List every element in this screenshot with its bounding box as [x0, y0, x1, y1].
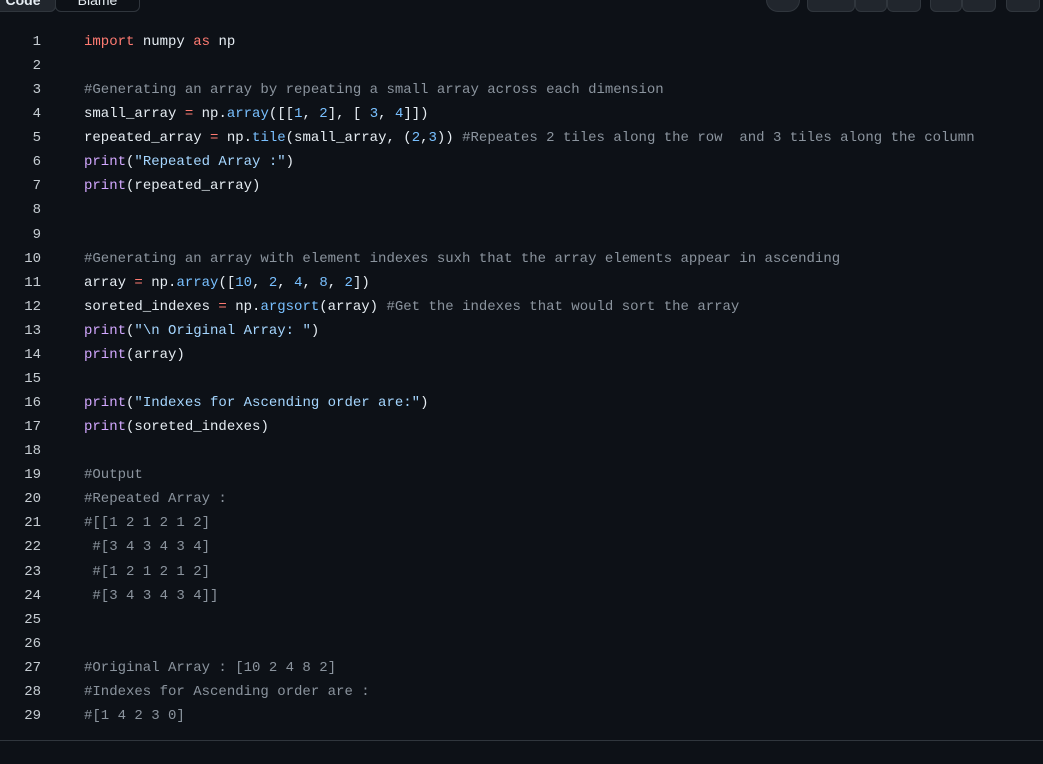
line-number[interactable]: 4 — [0, 102, 41, 126]
code-line: 24 #[3 4 3 4 3 4]] — [0, 584, 1043, 608]
code-viewer-footer — [0, 740, 1043, 764]
line-number[interactable]: 8 — [0, 198, 41, 222]
line-number[interactable]: 25 — [0, 608, 41, 632]
code-text: small_array = np.array([[1, 2], [ 3, 4]]… — [84, 106, 429, 123]
line-number[interactable]: 29 — [0, 704, 41, 728]
line-number[interactable]: 10 — [0, 247, 41, 271]
line-number[interactable]: 24 — [0, 584, 41, 608]
line-number[interactable]: 1 — [0, 30, 41, 54]
code-line: 18 — [0, 439, 1043, 463]
line-number[interactable]: 15 — [0, 367, 41, 391]
code-text: #Output — [84, 467, 143, 484]
line-number[interactable]: 7 — [0, 174, 41, 198]
line-number[interactable]: 20 — [0, 487, 41, 511]
code-text: #[[1 2 1 2 1 2] — [84, 515, 211, 532]
line-number[interactable]: 9 — [0, 223, 41, 247]
code-text: import numpy as np — [84, 34, 236, 50]
tab-code[interactable]: Code — [0, 0, 56, 12]
line-number[interactable]: 27 — [0, 656, 41, 680]
line-number[interactable]: 19 — [0, 463, 41, 487]
code-line: 3 #Generating an array by repeating a sma… — [0, 78, 1043, 102]
code-line: 10 #Generating an array with element inde… — [0, 247, 1043, 271]
code-line: 6 print("Repeated Array :") — [0, 150, 1043, 174]
code-text: #Generating an array by repeating a smal… — [84, 82, 664, 99]
code-line: 27 #Original Array : [10 2 4 8 2] — [0, 656, 1043, 680]
line-number[interactable]: 14 — [0, 343, 41, 367]
line-number[interactable]: 17 — [0, 415, 41, 439]
line-number[interactable]: 5 — [0, 126, 41, 150]
code-text: print(array) — [84, 346, 185, 363]
symbols-panel-icon[interactable] — [1006, 0, 1040, 12]
code-line: 21 #[[1 2 1 2 1 2] — [0, 511, 1043, 535]
code-text: #[3 4 3 4 3 4] — [92, 539, 211, 556]
line-number[interactable]: 11 — [0, 271, 41, 295]
copilot-icon[interactable] — [766, 0, 800, 12]
tab-blame[interactable]: Blame — [55, 0, 140, 12]
code-line: 25 — [0, 608, 1043, 632]
code-text: array = np.array([10, 2, 4, 8, 2]) — [84, 274, 370, 291]
code-text: soreted_indexes = np.argsort(array) #Get… — [84, 298, 740, 315]
download-icon[interactable] — [887, 0, 921, 12]
code-line: 14 print(array) — [0, 343, 1043, 367]
code-line: 23 #[1 2 1 2 1 2] — [0, 560, 1043, 584]
code-line: 9 — [0, 223, 1043, 247]
code-text: #Indexes for Ascending order are : — [84, 683, 370, 700]
code-viewer: 1 import numpy as np 2 3 #Generating an arra… — [0, 22, 1043, 740]
line-number[interactable]: 18 — [0, 439, 41, 463]
code-line: 29 #[1 4 2 3 0] — [0, 704, 1043, 728]
code-text: print(repeated_array) — [84, 178, 261, 195]
more-options-icon[interactable] — [962, 0, 996, 12]
code-text: #[1 2 1 2 1 2] — [92, 563, 211, 580]
code-text: print("\n Original Array: ") — [84, 322, 320, 339]
line-number[interactable]: 13 — [0, 319, 41, 343]
code-line: 15 — [0, 367, 1043, 391]
code-text: print("Indexes for Ascending order are:"… — [84, 395, 429, 412]
code-line: 22 #[3 4 3 4 3 4] — [0, 535, 1043, 559]
line-number[interactable]: 28 — [0, 680, 41, 704]
code-line: 20 #Repeated Array : — [0, 487, 1043, 511]
line-number[interactable]: 6 — [0, 150, 41, 174]
code-text: #Original Array : [10 2 4 8 2] — [84, 659, 337, 676]
code-line: 13 print("\n Original Array: ") — [0, 319, 1043, 343]
code-text: #[1 4 2 3 0] — [84, 707, 185, 724]
line-number[interactable]: 23 — [0, 560, 41, 584]
code-text: repeated_array = np.tile(small_array, (2… — [84, 130, 975, 147]
code-text: #Repeated Array : — [84, 491, 227, 508]
code-line: 4 small_array = np.array([[1, 2], [ 3, 4]… — [0, 102, 1043, 126]
code-line: 26 — [0, 632, 1043, 656]
code-line: 12 soreted_indexes = np.argsort(array) #G… — [0, 295, 1043, 319]
copy-icon[interactable] — [855, 0, 887, 12]
code-line: 16 print("Indexes for Ascending order are… — [0, 391, 1043, 415]
code-line: 2 — [0, 54, 1043, 78]
code-line: 1 import numpy as np — [0, 30, 1043, 54]
code-line: 11 array = np.array([10, 2, 4, 8, 2]) — [0, 271, 1043, 295]
code-line: 5 repeated_array = np.tile(small_array, (… — [0, 126, 1043, 150]
code-line: 17 print(soreted_indexes) — [0, 415, 1043, 439]
edit-icon[interactable] — [930, 0, 962, 12]
line-number[interactable]: 16 — [0, 391, 41, 415]
line-number[interactable]: 2 — [0, 54, 41, 78]
code-line: 28 #Indexes for Ascending order are : — [0, 680, 1043, 704]
line-number[interactable]: 22 — [0, 535, 41, 559]
line-number[interactable]: 12 — [0, 295, 41, 319]
code-line: 19 #Output — [0, 463, 1043, 487]
raw-button[interactable] — [807, 0, 855, 12]
line-number[interactable]: 3 — [0, 78, 41, 102]
code-line: 7 print(repeated_array) — [0, 174, 1043, 198]
code-text: print(soreted_indexes) — [84, 419, 269, 436]
code-text: #[3 4 3 4 3 4]] — [92, 587, 219, 604]
code-text: print("Repeated Array :") — [84, 154, 295, 171]
code-line: 8 — [0, 198, 1043, 222]
line-number[interactable]: 21 — [0, 511, 41, 535]
file-toolbar: Code Blame — [0, 0, 1043, 23]
line-number[interactable]: 26 — [0, 632, 41, 656]
code-text: #Generating an array with element indexe… — [84, 250, 841, 267]
